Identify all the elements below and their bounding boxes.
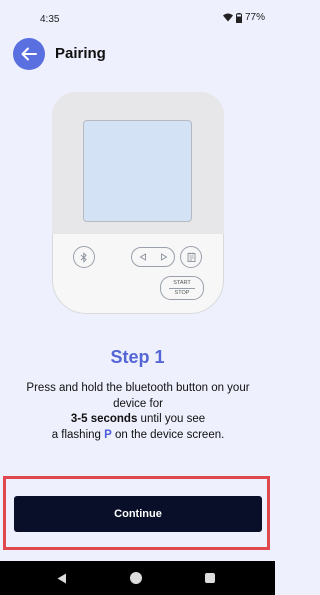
bluetooth-icon [80, 251, 87, 263]
instruction-line1: Press and hold the bluetooth button on y… [26, 382, 250, 410]
device-bluetooth-button [73, 246, 95, 268]
nav-home-icon[interactable] [130, 572, 142, 584]
left-arrow-icon [139, 253, 146, 261]
continue-button[interactable]: Continue [14, 496, 262, 532]
wifi-icon [222, 13, 233, 22]
battery-percent: 77% [244, 12, 265, 23]
instruction-line4-pre: a flashing [51, 428, 105, 441]
status-time: 4:35 [40, 14, 60, 25]
memory-icon [187, 252, 195, 262]
instruction-line4-post: on the device screen. [111, 428, 225, 441]
flashing-letter: P [104, 428, 112, 441]
right-arrow-icon [160, 253, 167, 261]
nav-recents-icon[interactable] [205, 573, 215, 583]
instruction-line3: until you see [137, 413, 206, 425]
startstop-divider [169, 287, 195, 289]
device-illustration: START STOP [52, 92, 224, 314]
stop-label: STOP [174, 289, 190, 296]
instruction-duration: 3-5 seconds [70, 413, 138, 425]
step-title: Step 1 [110, 347, 165, 367]
device-screen [83, 120, 192, 222]
start-label: START [173, 279, 191, 286]
device-memory-button [180, 246, 202, 268]
instructions-text: Press and hold the bluetooth button on y… [18, 381, 258, 443]
device-startstop-button: START STOP [160, 276, 204, 300]
page-title: Pairing [55, 45, 106, 62]
arrow-left-icon [21, 47, 37, 61]
device-arrow-buttons [131, 247, 175, 267]
battery-icon [235, 12, 242, 23]
status-icons: 77% [222, 12, 265, 23]
nav-back-icon[interactable] [57, 573, 67, 584]
back-button[interactable] [13, 38, 45, 70]
header: Pairing [0, 30, 275, 80]
status-bar: 4:35 77% [0, 0, 275, 30]
system-nav-bar [0, 561, 275, 595]
